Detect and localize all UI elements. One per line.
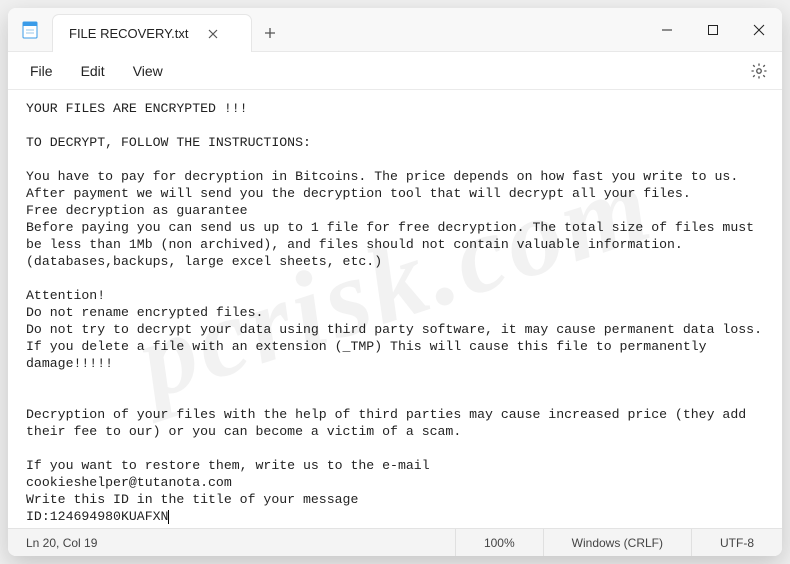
text-line: YOUR FILES ARE ENCRYPTED !!! xyxy=(26,101,248,116)
line-ending[interactable]: Windows (CRLF) xyxy=(543,529,691,556)
text-line: You have to pay for decryption in Bitcoi… xyxy=(26,169,738,184)
close-window-button[interactable] xyxy=(736,8,782,52)
tab-title: FILE RECOVERY.txt xyxy=(69,26,188,41)
menu-view[interactable]: View xyxy=(119,57,177,85)
close-tab-icon[interactable] xyxy=(202,23,224,45)
menu-bar: File Edit View xyxy=(8,52,782,90)
menu-edit[interactable]: Edit xyxy=(67,57,119,85)
notepad-app-icon xyxy=(8,8,52,51)
settings-button[interactable] xyxy=(744,56,774,86)
zoom-level[interactable]: 100% xyxy=(455,529,543,556)
text-line: Do not rename encrypted files. xyxy=(26,305,263,320)
text-line: Write this ID in the title of your messa… xyxy=(26,492,358,507)
text-line: ID:124694980KUAFXN xyxy=(26,509,168,524)
minimize-button[interactable] xyxy=(644,8,690,52)
text-line: Do not try to decrypt your data using th… xyxy=(26,322,762,337)
text-line: TO DECRYPT, FOLLOW THE INSTRUCTIONS: xyxy=(26,135,311,150)
document-tab[interactable]: FILE RECOVERY.txt xyxy=(52,14,252,52)
text-line: (databases,backups, large excel sheets, … xyxy=(26,254,382,269)
text-line: If you delete a file with an extension (… xyxy=(26,339,715,371)
text-line: cookieshelper@tutanota.com xyxy=(26,475,232,490)
menu-file[interactable]: File xyxy=(16,57,67,85)
cursor-position: Ln 20, Col 19 xyxy=(8,536,97,550)
text-line: Attention! xyxy=(26,288,105,303)
text-line: Before paying you can send us up to 1 fi… xyxy=(26,220,762,252)
new-tab-button[interactable] xyxy=(252,14,288,51)
text-editor-area[interactable]: YOUR FILES ARE ENCRYPTED !!! TO DECRYPT,… xyxy=(8,90,782,528)
maximize-button[interactable] xyxy=(690,8,736,52)
text-line: After payment we will send you the decry… xyxy=(26,186,691,201)
text-line: Free decryption as guarantee xyxy=(26,203,248,218)
status-bar: Ln 20, Col 19 100% Windows (CRLF) UTF-8 xyxy=(8,528,782,556)
title-bar: FILE RECOVERY.txt xyxy=(8,8,782,52)
text-line: Decryption of your files with the help o… xyxy=(26,407,754,439)
notepad-window: FILE RECOVERY.txt File Edit View xyxy=(8,8,782,556)
text-caret xyxy=(168,510,169,524)
encoding[interactable]: UTF-8 xyxy=(691,529,782,556)
text-line: If you want to restore them, write us to… xyxy=(26,458,430,473)
